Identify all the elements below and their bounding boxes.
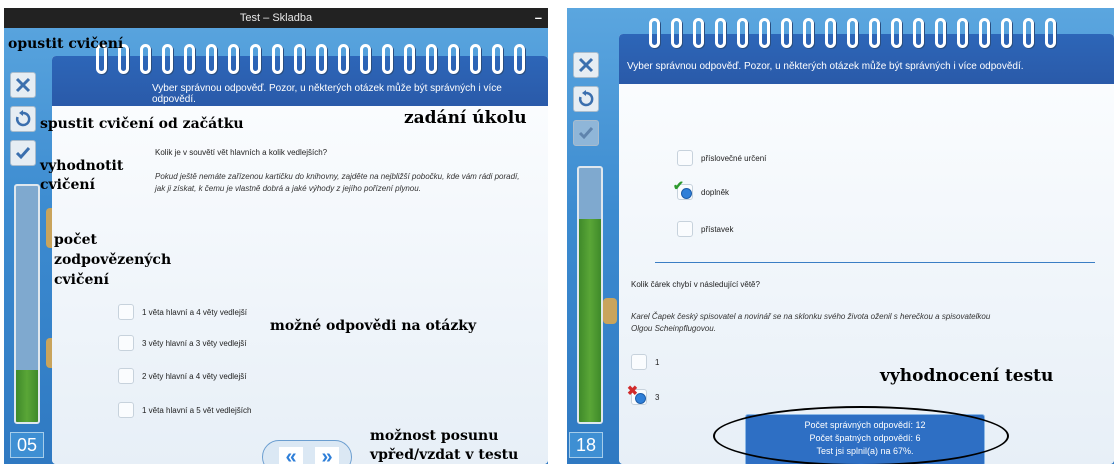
question-counter: 18 (569, 432, 603, 458)
sentence-line-1: Pokud ještě nemáte zařízenou kartičku do… (155, 172, 520, 181)
next-button[interactable]: » (315, 447, 339, 464)
annotation-move-1: možnost posunu (370, 428, 499, 444)
navigation-bar: « » (262, 440, 352, 464)
previous-button[interactable]: « (279, 447, 303, 464)
restart-button[interactable] (10, 106, 36, 132)
right-sidebar (573, 52, 607, 154)
minimize-button[interactable]: – (535, 8, 542, 28)
answer-option[interactable]: příslovečné určení (677, 150, 766, 166)
answer-label: doplněk (701, 187, 730, 197)
annotation-leave: opustit cvičení (8, 36, 124, 52)
sentence-line-2: jak ji získat, k čemu je vlastně dobrá a… (155, 184, 421, 193)
answer-checkbox[interactable] (118, 402, 134, 418)
annotation-answers: možné odpovědi na otázky (270, 318, 477, 334)
instruction-text: Vyber správnou odpověď. Pozor, u některý… (152, 83, 502, 105)
answer-option[interactable]: 1 (631, 354, 659, 370)
annotation-task: zadání úkolu (404, 108, 527, 128)
results-highlight-ellipse (713, 406, 1009, 464)
annotation-count-3: cvičení (54, 272, 109, 288)
sentence-line-2: Olgou Scheinpflugovou. (631, 324, 716, 333)
annotation-evaluate-2: cvičení (40, 177, 95, 193)
question-text: Kolik čárek chybí v následující větě? (631, 280, 760, 289)
answer-checkbox[interactable] (118, 304, 134, 320)
annotation-move-2: vpřed/vzdat v testu (370, 447, 519, 463)
sentence-line-1: Karel Čapek český spisovatel a novinář s… (631, 312, 991, 321)
close-icon (578, 57, 594, 73)
progress-fill (16, 370, 38, 422)
question-text: Kolik je v souvětí vět hlavních a kolik … (155, 148, 328, 157)
restart-icon (15, 110, 31, 127)
answer-checkbox[interactable] (677, 150, 693, 166)
annotation-result: vyhodnocení testu (880, 366, 1054, 386)
wrong-cross-icon: ✖ (627, 383, 638, 398)
progress-fill (579, 218, 601, 422)
card-body: Kolik je v souvětí vět hlavních a kolik … (52, 106, 548, 464)
answer-option[interactable]: ✔ doplněk (673, 178, 730, 200)
instruction-text: Vyber správnou odpověď. Pozor, u některý… (627, 61, 1024, 72)
annotation-count-2: zodpovězených (54, 252, 172, 268)
window-title: Test – Skladba (239, 12, 313, 24)
question-card: Vyber správnou odpověď. Pozor, u některý… (619, 34, 1114, 464)
answer-label: 3 (655, 392, 660, 402)
evaluate-button[interactable] (10, 140, 36, 166)
answer-option[interactable]: přístavek (677, 221, 733, 237)
answer-option[interactable]: ✖ 3 (627, 383, 660, 405)
spiral-binding (96, 44, 525, 84)
correct-check-icon: ✔ (673, 178, 684, 193)
answered-progress (577, 166, 603, 424)
decor-block (603, 298, 617, 324)
answer-checkbox[interactable]: ✖ (627, 383, 647, 405)
left-sidebar (10, 72, 44, 174)
answer-checkbox[interactable] (631, 354, 647, 370)
answer-option[interactable]: 1 věta hlavní a 5 vět vedlejších (118, 402, 251, 418)
answer-option[interactable]: 2 věty hlavní a 4 věty vedlejší (118, 368, 247, 384)
answer-checkbox[interactable]: ✔ (673, 178, 693, 200)
answer-label: 1 věta hlavní a 5 vět vedlejších (142, 405, 252, 415)
annotation-restart: spustit cvičení od začátku (40, 116, 244, 132)
restart-icon (578, 90, 594, 107)
answer-label: 3 věty hlavní a 3 věty vedlejší (142, 338, 247, 348)
spiral-binding (649, 18, 1056, 58)
answer-label: přístavek (701, 224, 734, 234)
restart-button[interactable] (573, 86, 599, 112)
answer-label: 2 věty hlavní a 4 věty vedlejší (142, 371, 247, 381)
answer-label: 1 věta hlavní a 4 věty vedlejší (142, 307, 247, 317)
annotation-evaluate-1: vyhodnotit (40, 158, 124, 174)
close-button[interactable] (10, 72, 36, 98)
right-screenshot: 18 Vyber správnou odpověď. Pozor, u někt… (567, 8, 1114, 464)
question-separator (655, 262, 1095, 263)
window-titlebar: Test – Skladba – (4, 8, 548, 28)
answer-option[interactable]: 3 věty hlavní a 3 věty vedlejší (118, 335, 247, 351)
answer-checkbox[interactable] (118, 335, 134, 351)
close-icon (15, 77, 31, 93)
question-counter: 05 (10, 432, 44, 458)
close-button[interactable] (573, 52, 599, 78)
check-icon (578, 127, 594, 140)
check-icon (15, 147, 31, 160)
answer-label: 1 (655, 357, 660, 367)
answer-checkbox[interactable] (677, 221, 693, 237)
answer-option[interactable]: 1 věta hlavní a 4 věty vedlejší (118, 304, 247, 320)
answered-progress (14, 184, 40, 424)
answer-label: příslovečné určení (701, 153, 767, 163)
evaluate-button[interactable] (573, 120, 599, 146)
answer-checkbox[interactable] (118, 368, 134, 384)
annotation-count-1: počet (54, 232, 98, 248)
